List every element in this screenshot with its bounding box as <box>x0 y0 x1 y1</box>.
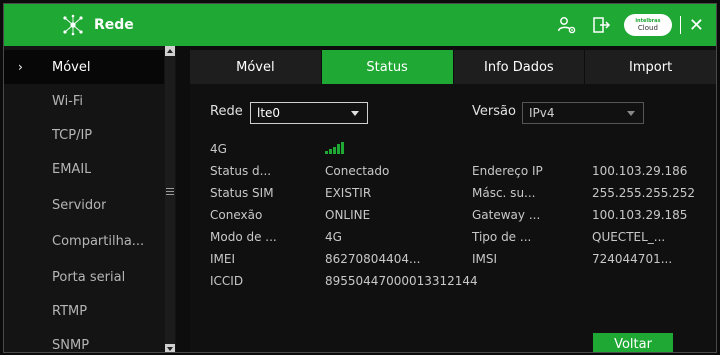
info-label: ICCID <box>210 274 244 288</box>
versao-select-value: IPv4 <box>529 106 555 120</box>
info-row: IMEI 86270804404... IMSI 724044701... <box>210 252 710 272</box>
tab-import[interactable]: Import <box>585 50 716 84</box>
info-row: Status d... Conectado Endereço IP 100.10… <box>210 164 710 184</box>
sidebar-item-tcpip[interactable]: TCP/IP <box>4 118 164 152</box>
info-label: Gateway ... <box>472 208 541 222</box>
chevron-right-icon: › <box>18 60 23 74</box>
sidebar-item-label: TCP/IP <box>52 127 93 143</box>
info-value: 4G <box>325 230 342 244</box>
info-value: QUECTEL_... <box>592 230 666 244</box>
tab-bar: Móvel Status Info Dados Import <box>190 50 716 84</box>
info-label: Endereço IP <box>472 164 543 178</box>
selector-row: Rede lte0 Versão IPv4 <box>210 102 706 124</box>
chevron-down-icon <box>351 111 359 116</box>
versao-label: Versão <box>472 104 516 119</box>
sidebar-item-label: Servidor <box>52 197 107 213</box>
sidebar-item-label: RTMP <box>52 303 88 319</box>
info-row: Conexão ONLINE Gateway ... 100.103.29.18… <box>210 208 710 228</box>
info-label: IMSI <box>472 252 498 266</box>
sidebar-item-servidor[interactable]: Servidor <box>4 188 164 222</box>
signal-strength-icon <box>325 142 347 154</box>
info-label: IMEI <box>210 252 236 266</box>
rede-select[interactable]: lte0 <box>250 102 368 124</box>
sidebar-item-label: EMAIL <box>52 161 92 177</box>
sidebar-item-label: SNMP <box>52 337 90 353</box>
title-separator <box>679 16 681 34</box>
info-value: 89550447000013312144 <box>325 274 478 288</box>
sidebar-item-label: Compartilha... <box>52 233 145 249</box>
sidebar-item-label: Wi-Fi <box>52 93 84 109</box>
signal-row: 4G <box>210 142 710 162</box>
close-icon[interactable]: ✕ <box>689 15 704 36</box>
sidebar-item-movel[interactable]: › Móvel <box>4 50 164 84</box>
sidebar-item-porta-serial[interactable]: Porta serial <box>4 260 164 294</box>
scroll-down-icon[interactable] <box>165 344 175 352</box>
rede-select-value: lte0 <box>257 106 281 120</box>
info-value: 100.103.29.185 <box>592 208 688 222</box>
status-panel: Rede lte0 Versão IPv4 4G Status d... Con… <box>190 84 716 352</box>
sidebar-item-email[interactable]: EMAIL <box>4 152 164 186</box>
tab-status[interactable]: Status <box>321 50 454 84</box>
info-row: Status SIM EXISTIR Másc. su... 255.255.2… <box>210 186 710 206</box>
info-label: Status SIM <box>210 186 274 200</box>
logout-icon[interactable] <box>584 4 618 46</box>
tab-movel[interactable]: Móvel <box>190 50 322 84</box>
info-label: Tipo de ... <box>472 230 532 244</box>
sidebar-scrollbar[interactable] <box>165 46 175 352</box>
sidebar-item-rtmp[interactable]: RTMP <box>4 294 164 328</box>
cloud-text: Cloud <box>637 24 658 32</box>
info-value: 100.103.29.186 <box>592 164 688 178</box>
chevron-down-icon <box>627 111 635 116</box>
tab-info-dados[interactable]: Info Dados <box>453 50 586 84</box>
scroll-grip-icon[interactable] <box>166 186 174 198</box>
info-row: Modo de ... 4G Tipo de ... QUECTEL_... <box>210 230 710 250</box>
info-value: ONLINE <box>325 208 371 222</box>
info-label: Modo de ... <box>210 230 277 244</box>
title-bar: Rede intelbras Cloud ✕ <box>4 4 716 46</box>
network-type-label: 4G <box>210 142 227 156</box>
info-value: 86270804404... <box>325 252 421 266</box>
sidebar-item-snmp[interactable]: SNMP <box>4 328 164 353</box>
info-label: Conexão <box>210 208 263 222</box>
user-settings-icon[interactable] <box>550 4 584 46</box>
versao-select[interactable]: IPv4 <box>522 102 644 124</box>
sidebar-item-compartilhamento[interactable]: Compartilha... <box>4 224 164 258</box>
info-value: EXISTIR <box>325 186 372 200</box>
sidebar-item-wifi[interactable]: Wi-Fi <box>4 84 164 118</box>
info-value: 255.255.255.252 <box>592 186 696 200</box>
info-value: 724044701... <box>592 252 673 266</box>
intelbras-cloud-logo[interactable]: intelbras Cloud <box>623 14 672 36</box>
back-button[interactable]: Voltar <box>593 333 673 352</box>
scroll-up-icon[interactable] <box>165 46 175 56</box>
settings-window: Rede intelbras Cloud ✕ › Móvel Wi-Fi TCP… <box>3 3 717 353</box>
sidebar-item-label: Porta serial <box>52 269 126 285</box>
sidebar: › Móvel Wi-Fi TCP/IP EMAIL Servidor Comp… <box>4 46 176 353</box>
info-label: Status d... <box>210 164 272 178</box>
rede-label: Rede <box>210 104 243 119</box>
info-label: Másc. su... <box>472 186 536 200</box>
network-icon <box>62 14 84 36</box>
sidebar-item-label: Móvel <box>52 59 91 75</box>
iccid-row: ICCID 89550447000013312144 <box>210 274 710 294</box>
info-value: Conectado <box>325 164 390 178</box>
window-title: Rede <box>94 17 134 33</box>
